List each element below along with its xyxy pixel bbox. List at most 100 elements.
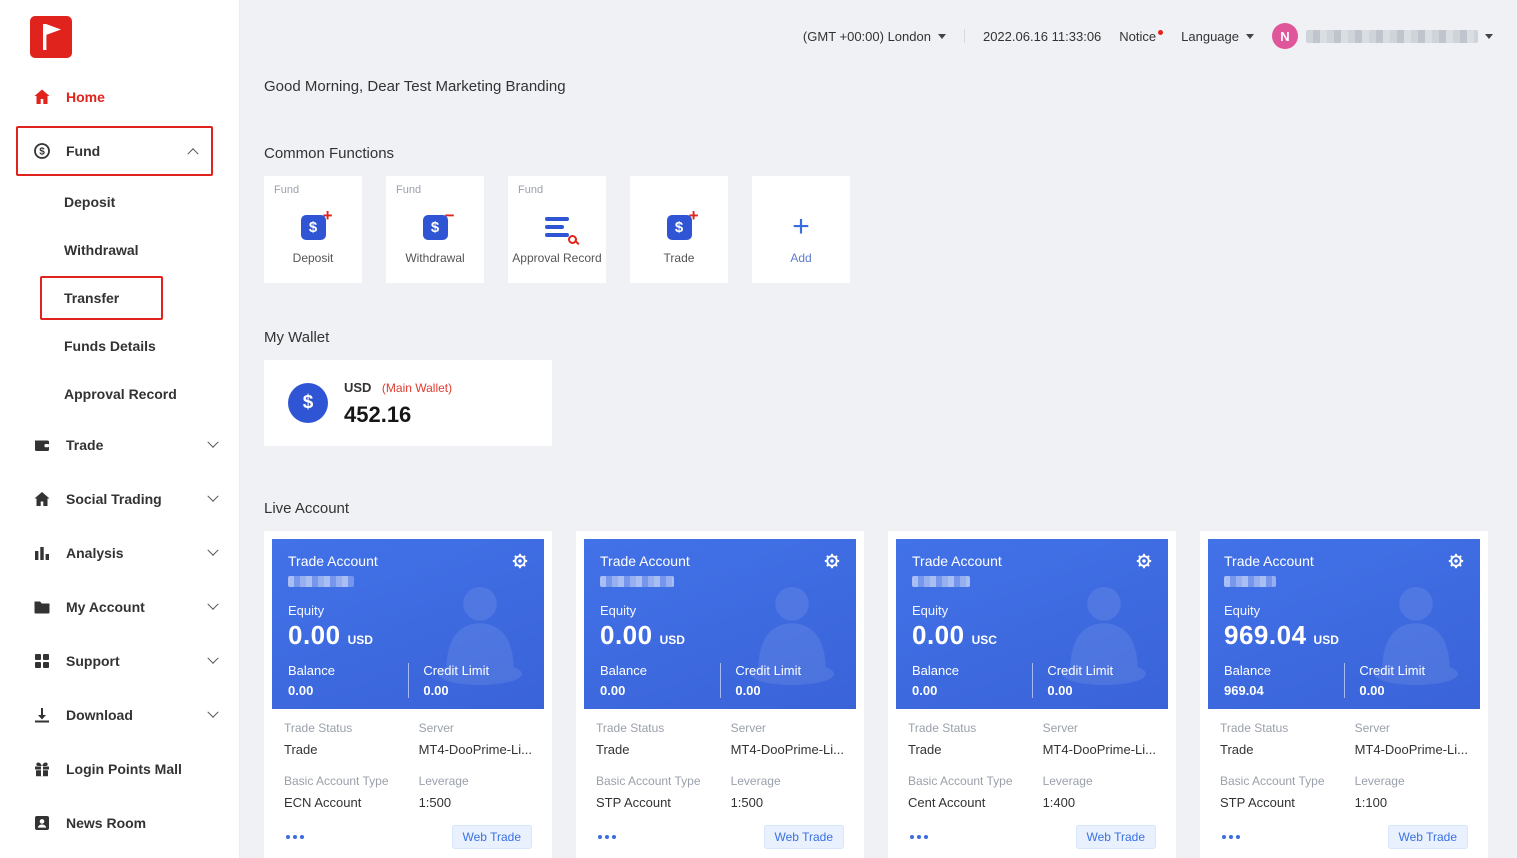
equity-label: Equity bbox=[1224, 603, 1464, 618]
shortcut-category: Fund bbox=[274, 184, 299, 196]
trade-status-label: Trade Status bbox=[596, 721, 731, 735]
web-trade-button[interactable]: Web Trade bbox=[1076, 825, 1156, 849]
sidebar-item-login-points-mall[interactable]: Login Points Mall bbox=[0, 742, 239, 796]
account-card-title: Trade Account bbox=[912, 553, 1002, 569]
more-icon[interactable] bbox=[1220, 831, 1242, 843]
language-selector[interactable]: Language bbox=[1181, 29, 1254, 44]
timezone-selector[interactable]: (GMT +00:00) London bbox=[803, 29, 946, 44]
server-value: MT4-DooPrime-Li... bbox=[731, 742, 844, 757]
gear-icon[interactable] bbox=[1136, 553, 1152, 569]
server-cell: Server MT4-DooPrime-Li... bbox=[1355, 721, 1468, 757]
account-type-cell: Basic Account Type STP Account bbox=[596, 774, 731, 810]
sidebar-item-label: Support bbox=[66, 653, 120, 669]
sidebar-item-download[interactable]: Download bbox=[0, 688, 239, 742]
sidebar-item-fund[interactable]: $ Fund bbox=[18, 128, 211, 174]
chevron-up-icon bbox=[187, 148, 198, 159]
trade-account-card: Trade Account Equity 0.00 USC Balance 0.… bbox=[888, 531, 1176, 858]
equity-currency: USD bbox=[660, 633, 685, 647]
account-type-value: STP Account bbox=[1220, 795, 1355, 810]
gear-icon[interactable] bbox=[512, 553, 528, 569]
leverage-cell: Leverage 1:400 bbox=[1043, 774, 1156, 810]
gift-icon bbox=[32, 760, 52, 778]
shortcut-category: Fund bbox=[518, 184, 543, 196]
social-trading-icon bbox=[32, 490, 52, 508]
equity-currency: USD bbox=[348, 633, 373, 647]
balance-value: 0.00 bbox=[912, 683, 1032, 698]
equity-value: 0.00 bbox=[600, 620, 653, 651]
web-trade-button[interactable]: Web Trade bbox=[1388, 825, 1468, 849]
balance-value: 0.00 bbox=[288, 683, 408, 698]
sidebar-item-news-room[interactable]: News Room bbox=[0, 796, 239, 850]
sidebar-item-home[interactable]: Home bbox=[0, 70, 239, 124]
more-icon[interactable] bbox=[284, 831, 306, 843]
credit-limit-value: 0.00 bbox=[1359, 683, 1464, 698]
wallet-card[interactable]: $ USD (Main Wallet) 452.16 bbox=[264, 360, 552, 446]
sidebar-item-trade[interactable]: Trade bbox=[0, 418, 239, 472]
server-value: MT4-DooPrime-Li... bbox=[419, 742, 532, 757]
datetime-label: 2022.06.16 11:33:06 bbox=[983, 29, 1101, 44]
shortcut-card-withdrawal[interactable]: Fund $− Withdrawal bbox=[386, 176, 484, 283]
sidebar-item-social-trading[interactable]: Social Trading bbox=[0, 472, 239, 526]
sidebar-item-analysis[interactable]: Analysis bbox=[0, 526, 239, 580]
leverage-value: 1:500 bbox=[731, 795, 844, 810]
credit-limit-value: 0.00 bbox=[735, 683, 840, 698]
server-value: MT4-DooPrime-Li... bbox=[1043, 742, 1156, 757]
sidebar-item-label: Social Trading bbox=[66, 491, 162, 507]
balance-label: Balance bbox=[600, 663, 720, 678]
shortcut-card-approval-record[interactable]: Fund Approval Record bbox=[508, 176, 606, 283]
trade-account-card: Trade Account Equity 969.04 USD Balance … bbox=[1200, 531, 1488, 858]
shortcut-card-deposit[interactable]: Fund $+ Deposit bbox=[264, 176, 362, 283]
account-number-redacted bbox=[600, 576, 674, 587]
shortcut-label: Trade bbox=[630, 251, 728, 265]
user-menu[interactable]: N bbox=[1272, 23, 1493, 49]
brand-logo[interactable] bbox=[30, 16, 72, 58]
notice-link[interactable]: Notice bbox=[1119, 29, 1163, 44]
account-details: Trade Status Trade Server MT4-DooPrime-L… bbox=[272, 709, 544, 855]
shortcut-card-add[interactable]: + Add bbox=[752, 176, 850, 283]
sidebar-item-my-account[interactable]: My Account bbox=[0, 580, 239, 634]
trade-status-cell: Trade Status Trade bbox=[908, 721, 1043, 757]
server-cell: Server MT4-DooPrime-Li... bbox=[419, 721, 532, 757]
my-account-icon bbox=[32, 598, 52, 616]
sidebar-item-deposit[interactable]: Deposit bbox=[0, 178, 239, 226]
sidebar-item-approval-record[interactable]: Approval Record bbox=[0, 370, 239, 418]
account-summary-panel: Trade Account Equity 0.00 USD Balance 0.… bbox=[584, 539, 856, 709]
trade-plus-icon: $+ bbox=[667, 215, 692, 240]
topbar: (GMT +00:00) London 2022.06.16 11:33:06 … bbox=[264, 0, 1493, 72]
sidebar-item-support[interactable]: Support bbox=[0, 634, 239, 688]
equity-value: 0.00 bbox=[912, 620, 965, 651]
approval-record-icon bbox=[545, 215, 569, 239]
chevron-down-icon bbox=[207, 491, 218, 502]
chevron-down-icon bbox=[207, 653, 218, 664]
common-functions-row: Fund $+ Deposit Fund $− Withdrawal Fund … bbox=[264, 176, 1493, 283]
sidebar-item-label: Fund bbox=[66, 143, 100, 159]
server-value: MT4-DooPrime-Li... bbox=[1355, 742, 1468, 757]
my-wallet-title: My Wallet bbox=[264, 329, 1493, 346]
balance-label: Balance bbox=[288, 663, 408, 678]
fund-highlight-box: $ Fund bbox=[16, 126, 213, 176]
gear-icon[interactable] bbox=[1448, 553, 1464, 569]
shortcut-label: Deposit bbox=[264, 251, 362, 265]
web-trade-button[interactable]: Web Trade bbox=[452, 825, 532, 849]
web-trade-button[interactable]: Web Trade bbox=[764, 825, 844, 849]
sidebar-item-funds-details[interactable]: Funds Details bbox=[0, 322, 239, 370]
equity-value: 0.00 bbox=[288, 620, 341, 651]
account-number-redacted bbox=[1224, 576, 1276, 587]
gear-icon[interactable] bbox=[824, 553, 840, 569]
shortcut-card-trade[interactable]: $+ Trade bbox=[630, 176, 728, 283]
more-icon[interactable] bbox=[596, 831, 618, 843]
timezone-label: (GMT +00:00) London bbox=[803, 29, 931, 44]
chevron-down-icon bbox=[207, 599, 218, 610]
leverage-label: Leverage bbox=[1043, 774, 1156, 788]
shortcut-category: Fund bbox=[396, 184, 421, 196]
account-card-title: Trade Account bbox=[600, 553, 690, 569]
sidebar-item-transfer[interactable]: Transfer bbox=[42, 278, 161, 318]
sidebar-item-withdrawal[interactable]: Withdrawal bbox=[0, 226, 239, 274]
notice-unread-dot bbox=[1158, 30, 1163, 35]
server-label: Server bbox=[731, 721, 844, 735]
sidebar: Home $ Fund Deposit Withdrawal Transfer … bbox=[0, 0, 240, 858]
chevron-down-icon bbox=[207, 707, 218, 718]
more-icon[interactable] bbox=[908, 831, 930, 843]
server-label: Server bbox=[419, 721, 532, 735]
leverage-label: Leverage bbox=[419, 774, 532, 788]
